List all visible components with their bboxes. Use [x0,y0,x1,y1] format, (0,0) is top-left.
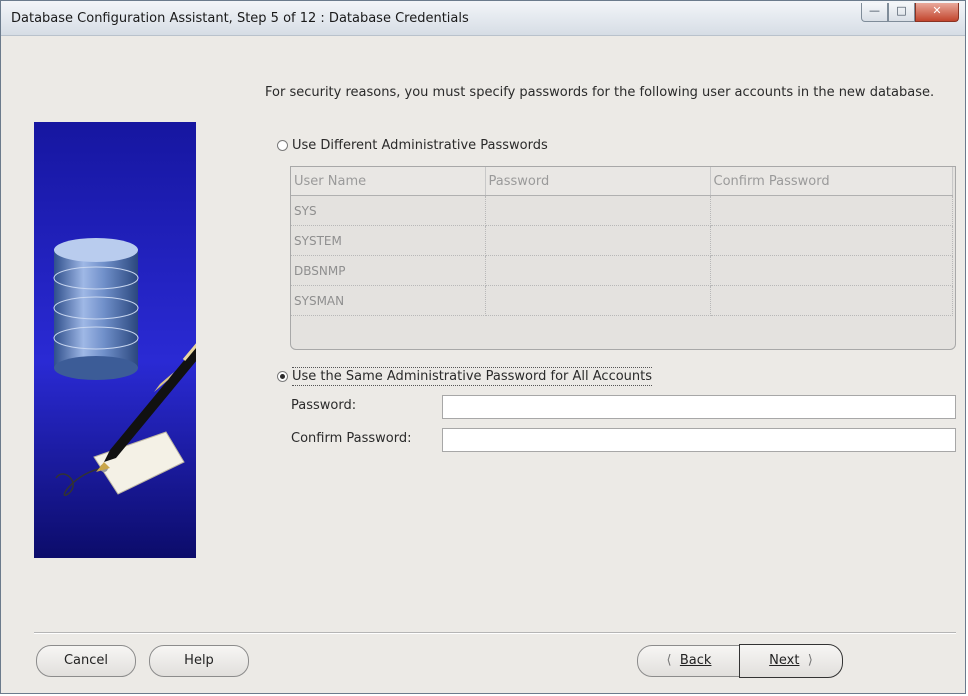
chevron-left-icon: ⟨ [666,653,680,668]
table-row: SYSMAN [291,285,953,316]
help-label: Help [184,653,214,668]
back-button[interactable]: ⟨ Back [637,645,741,677]
different-passwords-option[interactable]: Use Different Administrative Passwords [277,138,548,153]
password-cell[interactable] [485,285,711,316]
window-title: Database Configuration Assistant, Step 5… [11,11,469,26]
user-cell: SYSMAN [291,285,486,316]
column-header-user: User Name [291,167,486,196]
table-row: DBSNMP [291,255,953,286]
user-cell: DBSNMP [291,255,486,286]
confirm-cell[interactable] [710,225,953,256]
minimize-icon: — [869,4,880,17]
credentials-table: User Name Password Confirm Password SYS … [290,166,956,350]
same-password-label: Use the Same Administrative Password for… [292,367,653,386]
next-label: Next [769,653,800,668]
title-bar[interactable]: Database Configuration Assistant, Step 5… [1,1,965,36]
same-password-option[interactable]: Use the Same Administrative Password for… [277,367,653,386]
password-cell[interactable] [485,255,711,286]
close-button[interactable]: ✕ [915,3,959,22]
close-icon: ✕ [932,4,942,17]
table-row: SYS [291,195,953,226]
confirm-cell[interactable] [710,285,953,316]
different-passwords-radio[interactable] [277,140,288,151]
column-header-password: Password [485,167,711,196]
password-cell[interactable] [485,195,711,226]
cancel-button[interactable]: Cancel [36,645,136,677]
user-cell: SYS [291,195,486,226]
window-controls: — □ ✕ [861,3,959,23]
user-cell: SYSTEM [291,225,486,256]
maximize-button[interactable]: □ [888,3,915,22]
same-password-radio[interactable] [277,371,288,382]
password-cell[interactable] [485,225,711,256]
next-button[interactable]: Next ⟩ [739,644,843,678]
maximize-icon: □ [896,4,907,17]
back-label: Back [679,653,712,668]
database-illustration [34,122,196,558]
password-label: Password: [291,398,357,413]
column-header-confirm: Confirm Password [710,167,953,196]
help-button[interactable]: Help [149,645,249,677]
confirm-cell[interactable] [710,195,953,226]
footer-divider [34,632,956,634]
confirm-password-field[interactable] [442,428,956,452]
table-header: User Name Password Confirm Password [291,167,953,196]
different-passwords-label: Use Different Administrative Passwords [292,138,548,153]
cancel-label: Cancel [63,653,109,668]
password-field[interactable] [442,395,956,419]
confirm-password-label: Confirm Password: [291,431,412,446]
minimize-button[interactable]: — [861,3,888,22]
chevron-right-icon: ⟩ [799,653,813,668]
dialog-window: Database Configuration Assistant, Step 5… [0,0,966,694]
intro-text: For security reasons, you must specify p… [265,85,935,100]
confirm-cell[interactable] [710,255,953,286]
table-row: SYSTEM [291,225,953,256]
